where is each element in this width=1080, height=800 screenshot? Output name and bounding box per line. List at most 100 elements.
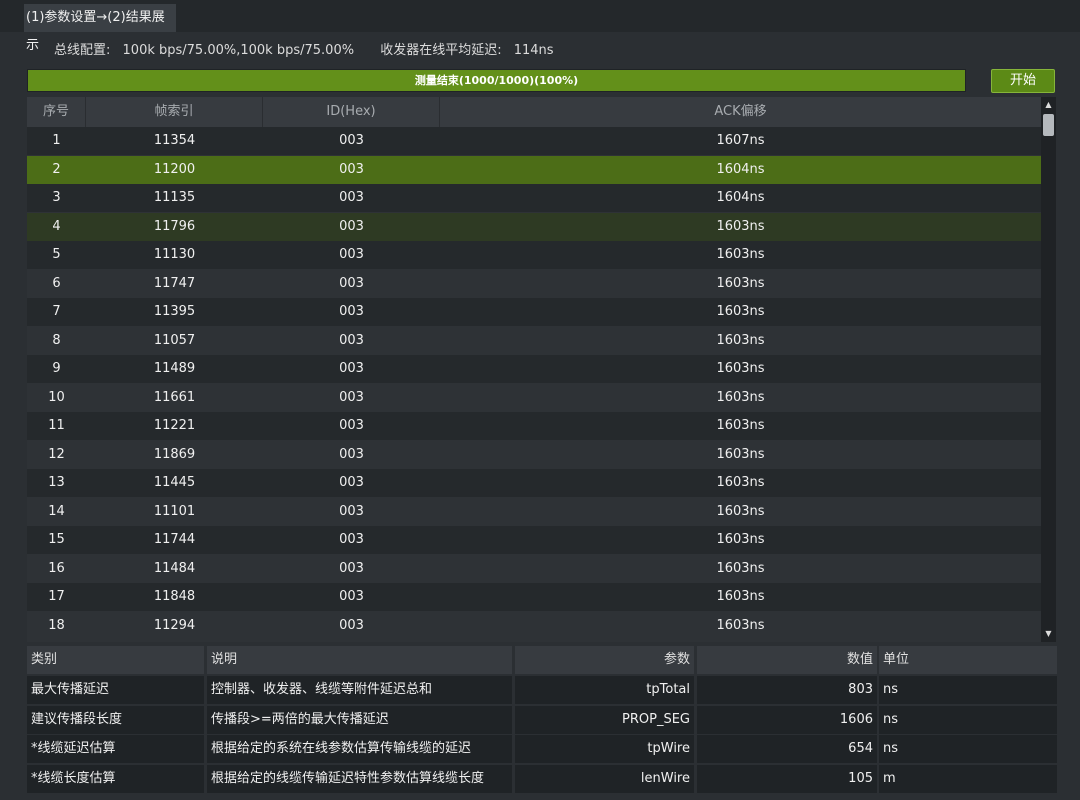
measurement-progress-bar: 测量结束(1000/1000)(100%) bbox=[27, 69, 966, 92]
stat-category: 建议传播段长度 bbox=[27, 705, 204, 734]
row-id-hex: 003 bbox=[339, 475, 364, 490]
row-frame-index: 11484 bbox=[153, 560, 196, 576]
table-row[interactable]: 11 11221 003 1603ns bbox=[27, 412, 1041, 440]
stat-parameter: lenWire bbox=[515, 764, 694, 793]
stat-description: 根据给定的线缆传输延迟特性参数估算线缆长度 bbox=[207, 764, 512, 793]
row-ack-offset: 1603ns bbox=[716, 418, 765, 433]
row-ack-offset: 1603ns bbox=[716, 361, 765, 376]
table-scrollbar[interactable]: ▲ ▼ bbox=[1041, 97, 1056, 642]
row-index: 8 bbox=[52, 332, 61, 348]
row-frame-index: 11294 bbox=[153, 617, 196, 633]
row-frame-index: 11848 bbox=[153, 589, 196, 604]
table-row[interactable]: 6 11747 003 1603ns bbox=[27, 269, 1041, 298]
table-row[interactable]: 2 11200 003 1604ns bbox=[27, 155, 1041, 184]
stats-row: 建议传播段长度 传播段>=两倍的最大传播延迟 PROP_SEG 1606 ns bbox=[27, 705, 1057, 734]
row-index: 10 bbox=[48, 389, 65, 405]
stat-unit: ns bbox=[879, 735, 1057, 763]
table-row[interactable]: 8 11057 003 1603ns bbox=[27, 326, 1041, 355]
row-id-hex: 003 bbox=[339, 617, 364, 633]
stats-header: 类别 说明 参数 数值 单位 bbox=[27, 646, 1057, 674]
table-row[interactable]: 18 11294 003 1603ns bbox=[27, 611, 1041, 640]
row-id-hex: 003 bbox=[339, 332, 364, 348]
table-row[interactable]: 12 11869 003 1603ns bbox=[27, 440, 1041, 469]
scroll-up-icon[interactable]: ▲ bbox=[1041, 99, 1056, 111]
row-frame-index: 11057 bbox=[153, 332, 196, 348]
bus-info-line: 总线配置: 100k bps/75.00%,100k bps/75.00% 收发… bbox=[54, 38, 562, 64]
row-ack-offset: 1603ns bbox=[716, 446, 765, 462]
stats-header-value: 数值 bbox=[697, 646, 877, 674]
start-button[interactable]: 开始 bbox=[991, 69, 1055, 93]
stat-parameter: tpTotal bbox=[515, 676, 694, 704]
stat-value: 654 bbox=[697, 735, 877, 763]
row-frame-index: 11101 bbox=[153, 503, 196, 519]
row-index: 14 bbox=[48, 503, 65, 519]
results-table-header: 序号 帧索引 ID(Hex) ACK偏移 bbox=[27, 97, 1041, 127]
stat-category: *线缆延迟估算 bbox=[27, 735, 204, 763]
table-row[interactable]: 17 11848 003 1603ns bbox=[27, 583, 1041, 611]
row-ack-offset: 1603ns bbox=[716, 617, 765, 633]
row-index: 7 bbox=[52, 304, 61, 319]
col-header-ack-offset[interactable]: ACK偏移 bbox=[440, 97, 1041, 127]
table-row[interactable]: 10 11661 003 1603ns bbox=[27, 383, 1041, 412]
stats-header-unit: 单位 bbox=[879, 646, 1057, 674]
table-row[interactable]: 9 11489 003 1603ns bbox=[27, 355, 1041, 383]
table-row[interactable]: 1 11354 003 1607ns bbox=[27, 127, 1041, 155]
stats-row: 最大传播延迟 控制器、收发器、线缆等附件延迟总和 tpTotal 803 ns bbox=[27, 676, 1057, 704]
row-index: 3 bbox=[52, 190, 61, 205]
row-frame-index: 11135 bbox=[153, 190, 196, 205]
row-ack-offset: 1603ns bbox=[716, 389, 765, 405]
row-index: 6 bbox=[52, 275, 61, 291]
stat-unit: ns bbox=[879, 676, 1057, 704]
table-row[interactable]: 15 11744 003 1603ns bbox=[27, 526, 1041, 554]
table-row[interactable]: 14 11101 003 1603ns bbox=[27, 497, 1041, 526]
table-row[interactable]: 13 11445 003 1603ns bbox=[27, 469, 1041, 497]
row-index: 18 bbox=[48, 617, 65, 633]
stat-description: 根据给定的系统在线参数估算传输线缆的延迟 bbox=[207, 735, 512, 763]
row-index: 13 bbox=[48, 475, 65, 490]
row-id-hex: 003 bbox=[339, 247, 364, 262]
row-frame-index: 11130 bbox=[153, 247, 196, 262]
row-frame-index: 11661 bbox=[153, 389, 196, 405]
stats-row: *线缆长度估算 根据给定的线缆传输延迟特性参数估算线缆长度 lenWire 105 m bbox=[27, 764, 1057, 793]
table-row[interactable]: 4 11796 003 1603ns bbox=[27, 212, 1041, 241]
row-id-hex: 003 bbox=[339, 446, 364, 462]
table-row[interactable]: 16 11484 003 1603ns bbox=[27, 554, 1041, 583]
row-index: 9 bbox=[52, 361, 61, 376]
row-id-hex: 003 bbox=[339, 190, 364, 205]
table-row[interactable]: 3 11135 003 1604ns bbox=[27, 184, 1041, 212]
row-ack-offset: 1603ns bbox=[716, 560, 765, 576]
col-header-frame-index[interactable]: 帧索引 bbox=[86, 97, 263, 127]
row-index: 15 bbox=[48, 532, 65, 547]
row-id-hex: 003 bbox=[339, 133, 364, 148]
row-index: 17 bbox=[48, 589, 65, 604]
bus-config-label: 总线配置: bbox=[54, 43, 111, 58]
row-frame-index: 11489 bbox=[153, 361, 196, 376]
stat-parameter: PROP_SEG bbox=[515, 705, 694, 734]
row-id-hex: 003 bbox=[339, 503, 364, 519]
row-frame-index: 11221 bbox=[153, 418, 196, 433]
tab-results[interactable]: (1)参数设置→(2)结果展示 bbox=[24, 4, 176, 53]
scrollbar-thumb[interactable] bbox=[1043, 114, 1054, 136]
row-id-hex: 003 bbox=[339, 275, 364, 291]
table-row[interactable]: 5 11130 003 1603ns bbox=[27, 241, 1041, 269]
row-frame-index: 11445 bbox=[153, 475, 196, 490]
scroll-down-icon[interactable]: ▼ bbox=[1041, 628, 1056, 640]
progress-text: 测量结束(1000/1000)(100%) bbox=[414, 74, 579, 87]
stat-category: 最大传播延迟 bbox=[27, 676, 204, 704]
row-ack-offset: 1604ns bbox=[716, 161, 765, 177]
delay-stats-table: 类别 说明 参数 数值 单位 最大传播延迟 控制器、收发器、线缆等附件延迟总和 tpTotal… bbox=[27, 646, 1057, 793]
row-index: 12 bbox=[48, 446, 65, 462]
bus-config-value: 100k bps/75.00%,100k bps/75.00% bbox=[122, 43, 355, 58]
table-row[interactable]: 7 11395 003 1603ns bbox=[27, 298, 1041, 326]
stat-description: 传播段>=两倍的最大传播延迟 bbox=[207, 705, 512, 734]
tab-bar: (1)参数设置→(2)结果展示 bbox=[0, 0, 1080, 53]
row-frame-index: 11796 bbox=[153, 218, 196, 234]
row-index: 11 bbox=[48, 418, 65, 433]
row-frame-index: 11869 bbox=[153, 446, 196, 462]
stat-value: 803 bbox=[697, 676, 877, 704]
col-header-index[interactable]: 序号 bbox=[27, 97, 86, 127]
row-ack-offset: 1607ns bbox=[716, 133, 765, 148]
col-header-id-hex[interactable]: ID(Hex) bbox=[263, 97, 440, 127]
row-index: 2 bbox=[52, 161, 61, 177]
row-ack-offset: 1603ns bbox=[716, 532, 765, 547]
